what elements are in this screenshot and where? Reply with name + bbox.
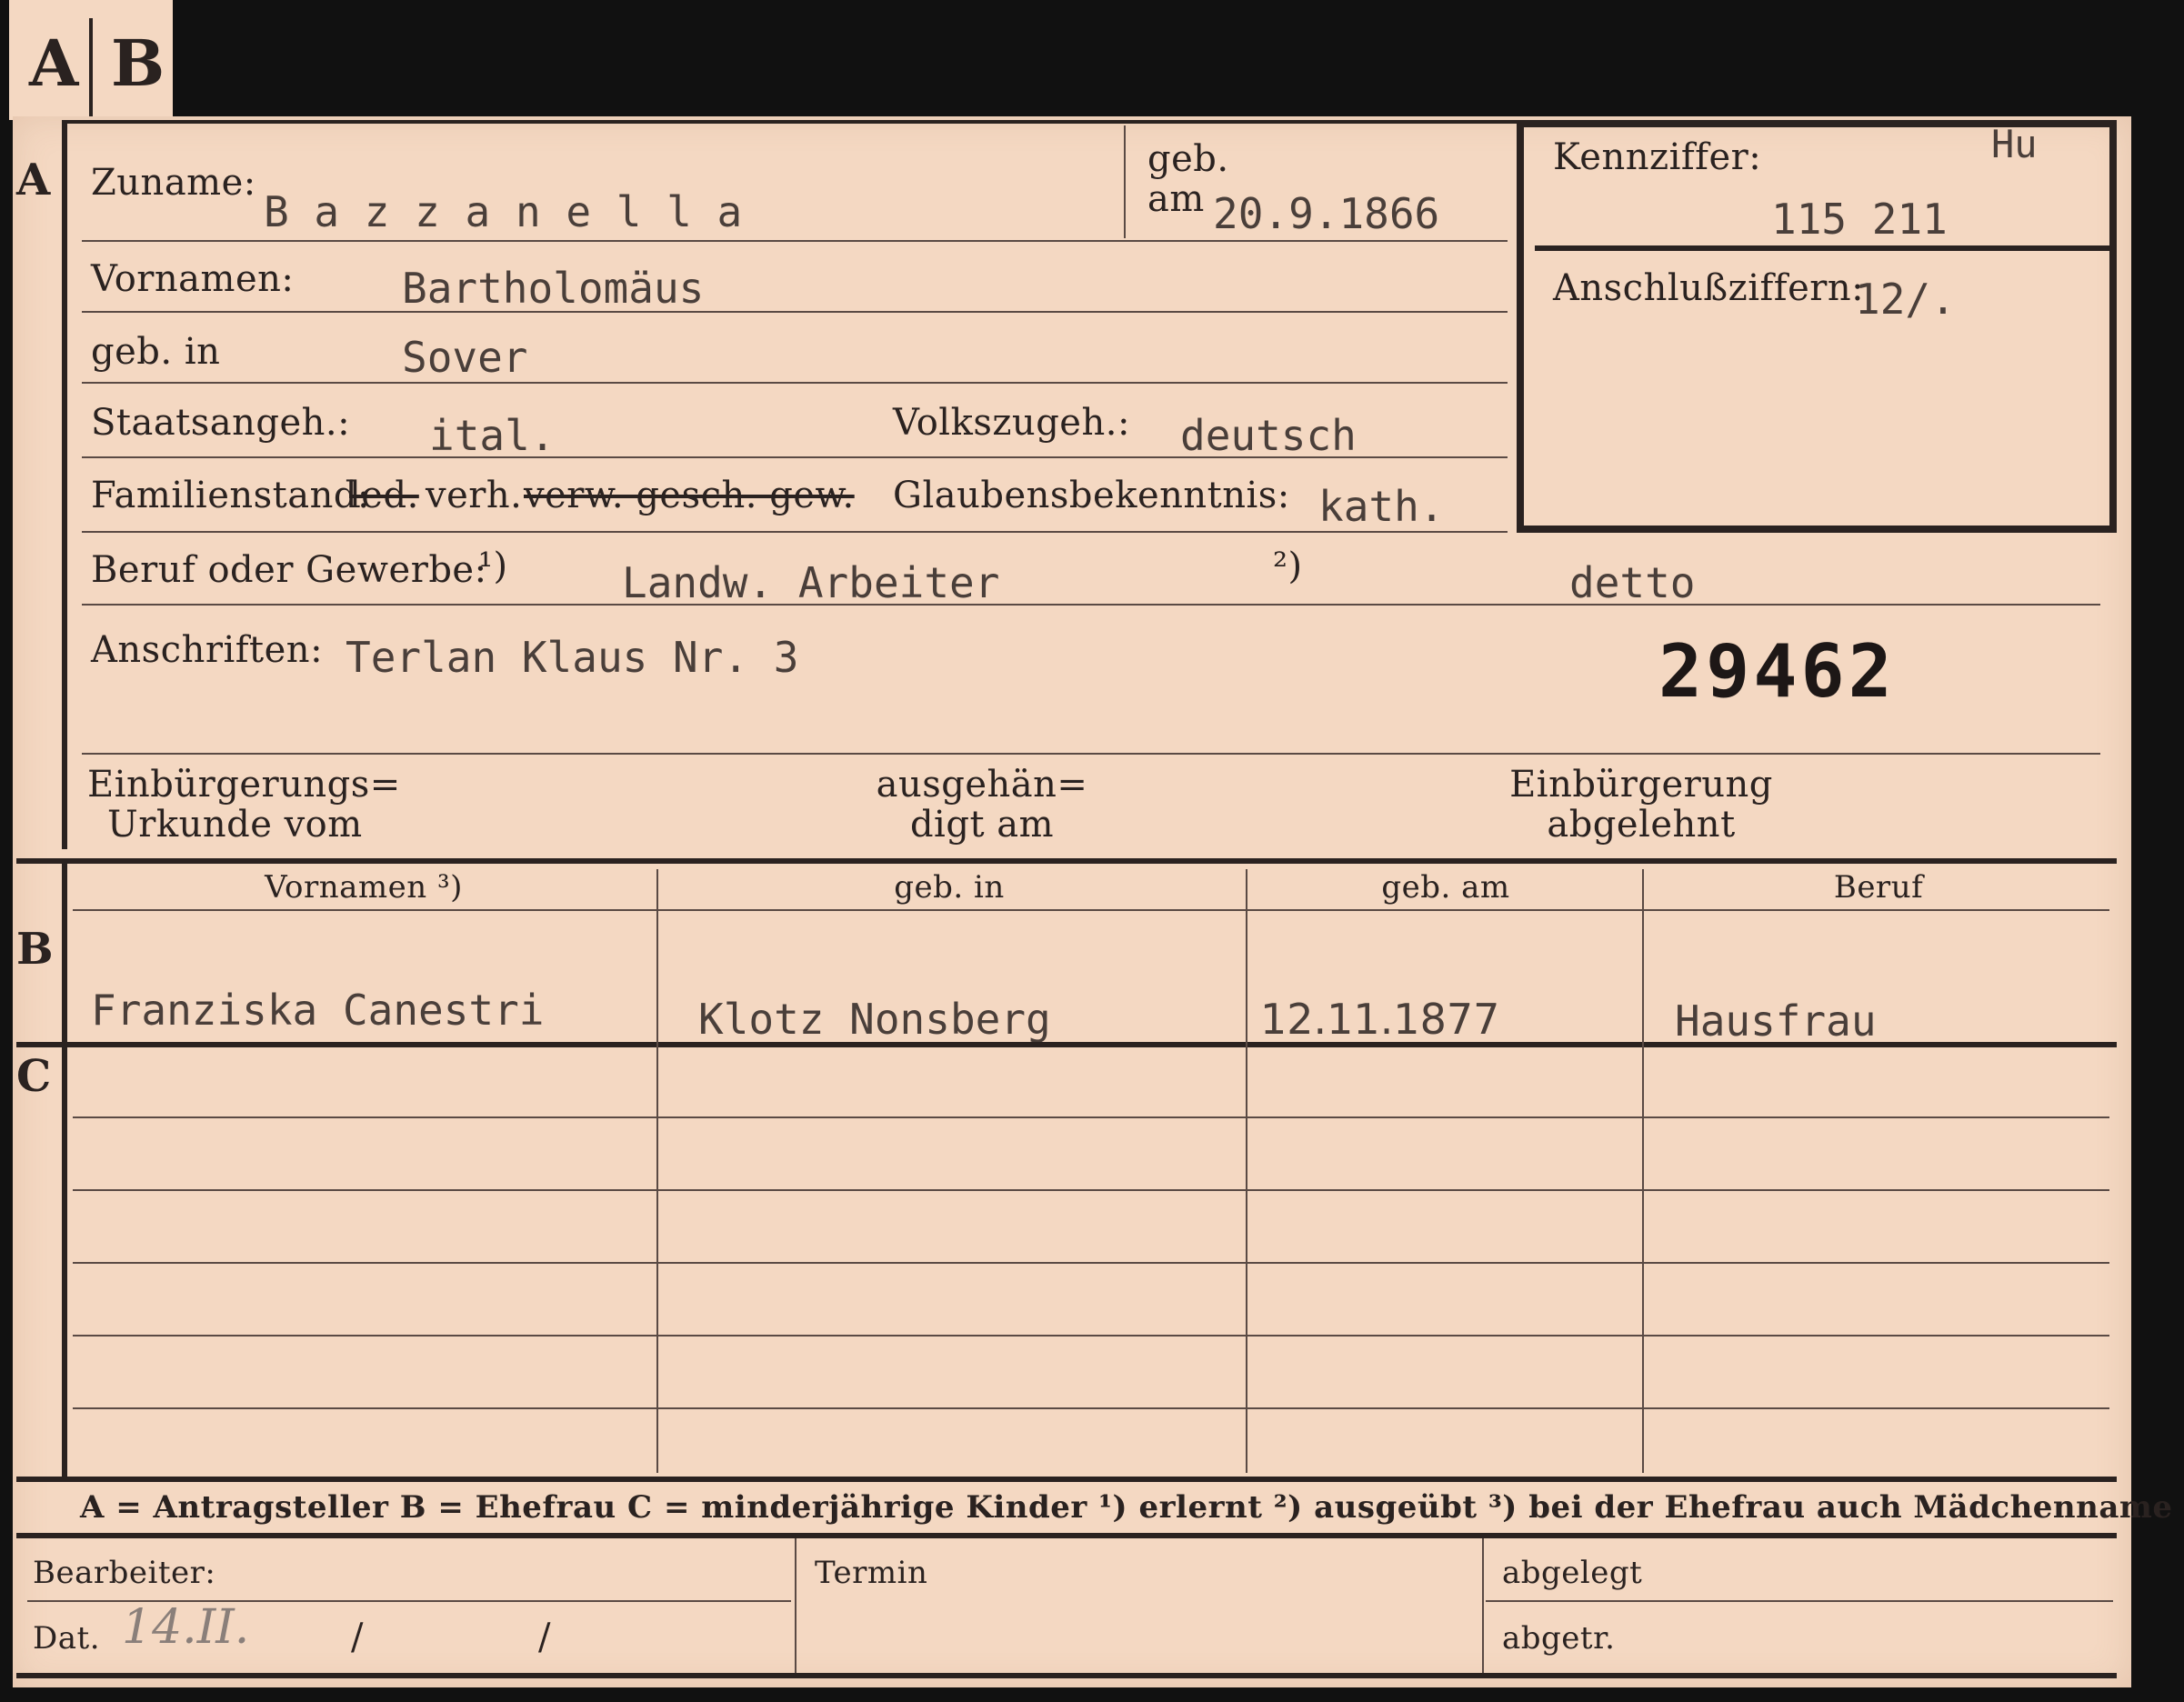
anschriften-label: Anschriften: <box>91 629 324 671</box>
abgetr-label: abgetr. <box>1502 1620 1616 1657</box>
col-divider <box>1246 869 1247 1473</box>
zuname-label: Zuname: <box>91 162 256 204</box>
beruf-mark-1: ¹) <box>478 546 508 587</box>
section-c-marker: C <box>16 1051 52 1102</box>
row-line <box>82 382 1508 384</box>
einbuergerungs-urkunde-line2: Urkunde vom <box>107 804 363 846</box>
geb-in-value: Sover <box>402 333 528 382</box>
header-beruf: Beruf <box>1833 869 1924 906</box>
legend-text: A = Antragsteller B = Ehefrau C = minder… <box>80 1489 2173 1526</box>
einbuergerung-abgelehnt-line1: Einbürgerung <box>1509 764 1773 806</box>
header-geb-am: geb. am <box>1381 869 1510 906</box>
wife-geb-in: Klotz Nonsberg <box>698 995 1051 1044</box>
wife-geb-am: 12.11.1877 <box>1260 995 1500 1044</box>
col-divider <box>1642 869 1644 1473</box>
geb-am-label-top: geb. <box>1147 138 1229 180</box>
kennziffer-box <box>1517 120 2117 533</box>
children-row-line <box>73 1407 2109 1409</box>
row-line <box>82 240 1508 242</box>
row-line <box>82 456 1508 458</box>
kennziffer-value: 115 211 <box>1771 195 1948 244</box>
tab-letter-a: A <box>29 25 79 101</box>
staatsangeh-value: ital. <box>429 411 556 460</box>
footer-divider <box>1482 1538 1484 1675</box>
kennziffer-divider <box>1535 245 2109 251</box>
children-row-line <box>73 1116 2109 1118</box>
row-line <box>82 531 1508 533</box>
familienstand-ledig: led. <box>349 475 419 516</box>
row-line <box>82 604 2100 606</box>
top-border <box>62 120 1517 124</box>
header-vornamen: Vornamen ³) <box>265 869 463 906</box>
children-row-line <box>73 1335 2109 1337</box>
kennziffer-label: Kennziffer: <box>1553 136 1762 178</box>
children-row-line <box>73 1262 2109 1264</box>
beruf-label: Beruf oder Gewerbe: <box>91 549 487 591</box>
anschlussziffern-label: Anschlußziffern: <box>1553 267 1865 309</box>
familienstand-label: Familienstand: <box>91 475 370 516</box>
vornamen-label: Vornamen: <box>91 258 295 300</box>
section-b-marker: B <box>16 924 54 975</box>
vornamen-value: Bartholomäus <box>402 264 705 313</box>
beruf-value-1: Landw. Arbeiter <box>622 558 1000 607</box>
section-bc-border <box>62 864 67 1477</box>
section-b-top-border <box>16 858 2117 864</box>
tab-letter-b: B <box>111 25 165 101</box>
geb-am-value: 20.9.1866 <box>1213 189 1440 238</box>
zuname-value: B a z z a n e l l a <box>264 187 743 236</box>
kennziffer-code: Hu <box>1991 122 2038 166</box>
staatsangeh-label: Staatsangeh.: <box>91 402 351 444</box>
beruf-value-2: detto <box>1569 558 1696 607</box>
volkszugeh-value: deutsch <box>1180 411 1357 460</box>
section-c-top-border <box>16 1042 2117 1047</box>
glaubensbekenntnis-label: Glaubensbekenntnis: <box>893 475 1290 516</box>
termin-label: Termin <box>815 1555 928 1591</box>
legend-top-border <box>16 1477 2117 1482</box>
anschlussziffern-value: 12/. <box>1855 275 1956 324</box>
wife-vornamen: Franziska Canestri <box>91 986 545 1035</box>
anschriften-value: Terlan Klaus Nr. 3 <box>346 633 799 682</box>
stamp-number: 29462 <box>1658 629 1896 714</box>
ausgehaendigt-line2: digt am <box>909 804 1055 846</box>
ausgehaendigt-line1: ausgehän= <box>876 764 1088 806</box>
geb-am-divider <box>1124 125 1126 238</box>
dat-handwritten: 14.II. <box>122 1600 250 1655</box>
glaubensbekenntnis-value: kath. <box>1318 482 1445 531</box>
section-a-border <box>62 122 67 849</box>
geb-am-label-bottom: am <box>1147 178 1205 220</box>
einbuergerungs-urkunde-line1: Einbürgerungs= <box>87 764 401 806</box>
row-line <box>82 753 2100 755</box>
bearbeiter-label: Bearbeiter: <box>33 1555 216 1591</box>
footer-line <box>1486 1600 2113 1602</box>
familienstand-verh: verh. <box>426 475 523 516</box>
row-line <box>82 311 1508 313</box>
dat-label: Dat. <box>33 1620 101 1657</box>
children-row-line <box>73 1189 2109 1191</box>
header-line <box>73 909 2109 911</box>
einbuergerung-abgelehnt-line2: abgelehnt <box>1547 804 1736 846</box>
beruf-mark-2: ²) <box>1273 546 1303 587</box>
footer-divider <box>795 1538 796 1675</box>
dat-separator-1: / <box>351 1617 364 1658</box>
header-geb-in: geb. in <box>894 869 1005 906</box>
dat-separator-2: / <box>538 1617 551 1658</box>
legend-bottom-border <box>16 1533 2117 1538</box>
section-a-marker: A <box>16 155 51 205</box>
tab-divider <box>89 18 93 116</box>
familienstand-rest: verw. gesch. gew. <box>524 475 855 516</box>
wife-beruf: Hausfrau <box>1675 996 1877 1046</box>
index-tab: A B <box>9 0 173 120</box>
card-bottom-border <box>16 1673 2117 1678</box>
volkszugeh-label: Volkszugeh.: <box>893 402 1130 444</box>
abgelegt-label: abgelegt <box>1502 1555 1643 1591</box>
geb-in-label: geb. in <box>91 331 221 373</box>
col-divider <box>656 869 658 1473</box>
